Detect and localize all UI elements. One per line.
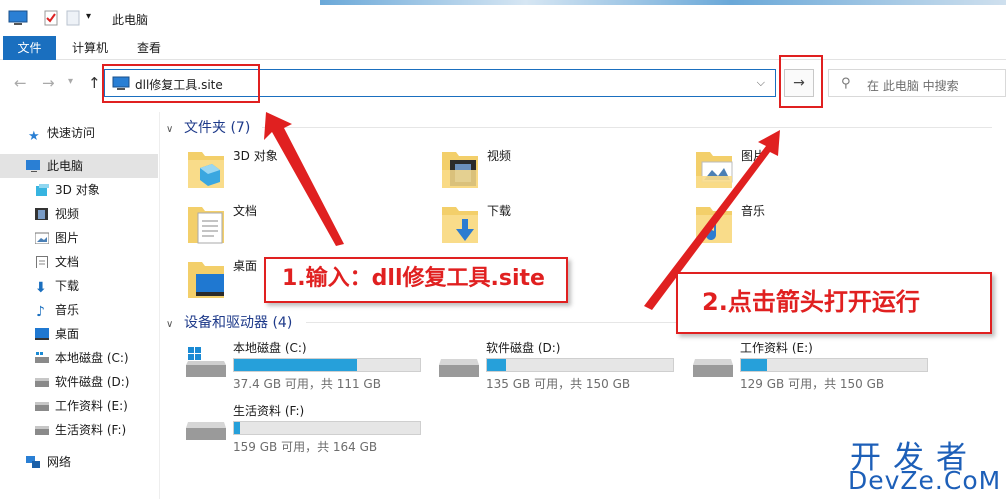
sidebar-item-this-pc[interactable]: 此电脑 bbox=[0, 154, 158, 178]
recent-locations-icon[interactable]: ▾ bbox=[68, 76, 73, 87]
download-icon: ⬇ bbox=[35, 280, 47, 296]
sidebar-item-documents[interactable]: 文档 bbox=[0, 250, 158, 274]
desktop-icon bbox=[35, 328, 49, 340]
new-folder-icon[interactable] bbox=[66, 10, 80, 26]
drive-icon bbox=[186, 422, 226, 440]
search-input[interactable]: 在 此电脑 中搜索 bbox=[867, 77, 959, 94]
downloads-folder-icon bbox=[442, 207, 478, 243]
sidebar-item-quick-access[interactable]: ★ 快速访问 bbox=[0, 121, 158, 145]
drive-usage-fill bbox=[234, 422, 240, 434]
videos-folder-icon bbox=[442, 152, 478, 188]
music-icon: ♪ bbox=[36, 304, 45, 320]
sidebar-item-network[interactable]: 网络 bbox=[0, 450, 158, 474]
folder-documents[interactable]: 文档 bbox=[186, 201, 426, 253]
chevron-down-icon[interactable]: ∨ bbox=[166, 124, 178, 135]
computer-icon bbox=[26, 160, 40, 172]
drive-c[interactable]: 本地磁盘 (C:) 37.4 GB 可用，共 111 GB bbox=[184, 341, 434, 391]
sidebar-item-drive-c[interactable]: 本地磁盘 (C:) bbox=[0, 346, 158, 370]
sidebar-item-desktop[interactable]: 桌面 bbox=[0, 322, 158, 346]
ribbon-tabs: 文件 计算机 查看 bbox=[0, 36, 1006, 60]
sidebar-item-downloads[interactable]: ⬇ 下载 bbox=[0, 274, 158, 298]
go-button-highlight-box bbox=[779, 55, 823, 108]
music-folder-icon bbox=[696, 207, 732, 243]
background-strip bbox=[320, 0, 1006, 5]
3d-objects-folder-icon bbox=[188, 152, 224, 188]
sidebar-item-pictures[interactable]: 图片 bbox=[0, 226, 158, 250]
star-icon: ★ bbox=[28, 129, 40, 144]
cube-icon bbox=[36, 184, 49, 196]
drive-usage-fill bbox=[487, 359, 506, 371]
search-icon: ⚲ bbox=[841, 76, 851, 91]
step2-callout: 2.点击箭头打开运行 bbox=[676, 272, 992, 334]
folders-section-header[interactable]: ∨ 文件夹 (7) bbox=[166, 117, 1000, 137]
network-icon bbox=[26, 456, 40, 468]
desktop-folder-icon bbox=[188, 262, 224, 298]
window-title: 此电脑 bbox=[112, 13, 149, 27]
address-highlight-box bbox=[102, 64, 260, 103]
drive-usage-bar bbox=[233, 421, 421, 435]
drives-section-title: 设备和驱动器 (4) bbox=[184, 315, 293, 331]
drive-usage-bar bbox=[233, 358, 421, 372]
chevron-down-icon[interactable]: ⌵ bbox=[757, 76, 765, 90]
folder-downloads[interactable]: 下载 bbox=[440, 201, 680, 253]
folder-pictures[interactable]: 图片 bbox=[694, 146, 934, 198]
title-bar: ▾ 此电脑 bbox=[0, 0, 1006, 36]
drive-d[interactable]: 软件磁盘 (D:) 135 GB 可用，共 150 GB bbox=[437, 341, 687, 391]
forward-icon[interactable]: → bbox=[42, 74, 55, 92]
sidebar-item-drive-d[interactable]: 软件磁盘 (D:) bbox=[0, 370, 158, 394]
drive-icon bbox=[35, 352, 49, 363]
sidebar-item-music[interactable]: ♪ 音乐 bbox=[0, 298, 158, 322]
drive-usage-fill bbox=[741, 359, 768, 371]
folder-videos[interactable]: 视频 bbox=[440, 146, 680, 198]
tab-file[interactable]: 文件 bbox=[3, 36, 56, 60]
search-box[interactable]: ⚲ 在 此电脑 中搜索 bbox=[828, 69, 1006, 97]
drive-icon bbox=[693, 359, 733, 377]
tab-computer[interactable]: 计算机 bbox=[62, 36, 118, 60]
pictures-folder-icon bbox=[696, 152, 733, 188]
folder-music[interactable]: 音乐 bbox=[694, 201, 934, 253]
drive-usage-fill bbox=[234, 359, 357, 371]
documents-folder-icon bbox=[188, 207, 224, 244]
sidebar-item-drive-e[interactable]: 工作资料 (E:) bbox=[0, 394, 158, 418]
drive-usage-bar bbox=[486, 358, 674, 372]
watermark-site: DevZe.CoM bbox=[848, 466, 1002, 495]
document-icon bbox=[36, 256, 48, 268]
drive-icon bbox=[35, 402, 49, 411]
properties-icon[interactable] bbox=[44, 10, 58, 26]
divider bbox=[262, 127, 992, 128]
drive-usage-bar bbox=[740, 358, 928, 372]
drive-icon bbox=[35, 426, 49, 435]
chevron-down-icon[interactable]: ∨ bbox=[166, 319, 178, 330]
film-icon bbox=[35, 208, 48, 220]
drive-e[interactable]: 工作资料 (E:) 129 GB 可用，共 150 GB bbox=[691, 341, 941, 391]
sidebar-item-drive-f[interactable]: 生活资料 (F:) bbox=[0, 418, 158, 442]
folder-3d-objects[interactable]: 3D 对象 bbox=[186, 146, 426, 198]
step1-callout: 1.输入：dll修复工具.site bbox=[264, 257, 568, 303]
picture-icon bbox=[35, 232, 49, 244]
drive-icon bbox=[186, 347, 226, 377]
drive-f[interactable]: 生活资料 (F:) 159 GB 可用，共 164 GB bbox=[184, 404, 434, 454]
sidebar-item-3d-objects[interactable]: 3D 对象 bbox=[0, 178, 158, 202]
drive-icon bbox=[439, 359, 479, 377]
drive-icon bbox=[35, 378, 49, 387]
back-icon[interactable]: ← bbox=[14, 74, 27, 92]
computer-icon[interactable] bbox=[8, 10, 28, 26]
navigation-pane: ★ 快速访问 此电脑 3D 对象 视频 图片 文档 ⬇ 下载 ♪ 音乐 桌面 本… bbox=[0, 112, 160, 499]
quick-access-dropdown-icon[interactable]: ▾ bbox=[86, 11, 91, 22]
folders-section-title: 文件夹 (7) bbox=[184, 120, 251, 136]
up-icon[interactable]: ↑ bbox=[88, 74, 101, 92]
sidebar-item-videos[interactable]: 视频 bbox=[0, 202, 158, 226]
tab-view[interactable]: 查看 bbox=[126, 36, 172, 60]
